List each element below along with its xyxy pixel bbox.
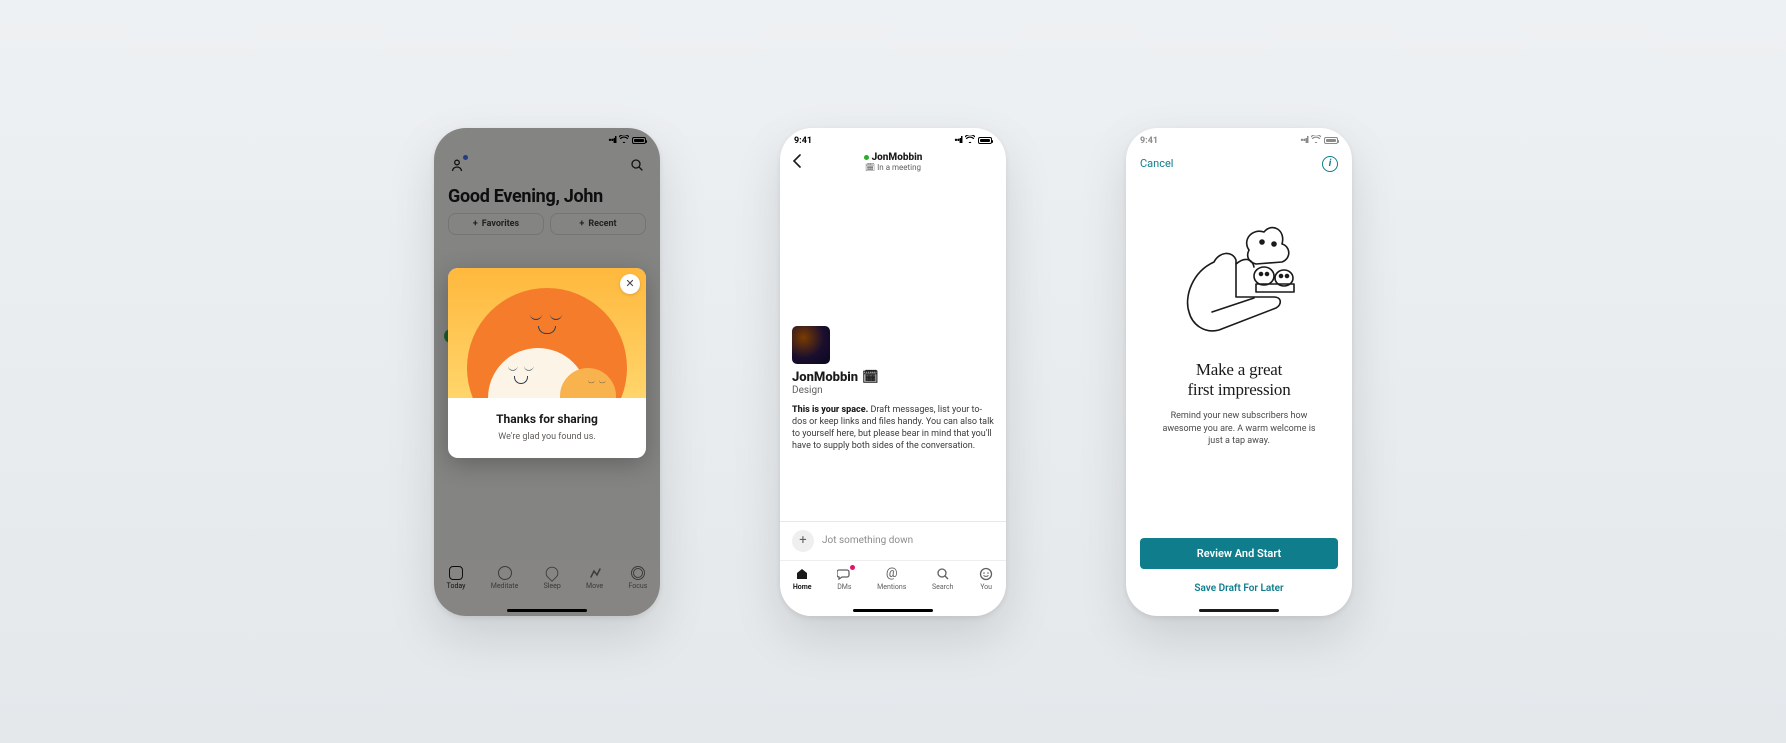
mailchimp-screen: 9:41 Cancel i <box>1126 128 1352 616</box>
space-description: This is your space. Draft messages, list… <box>792 404 994 453</box>
signal-icon <box>1300 136 1308 146</box>
composer-row: + Jot something down <box>780 521 1006 560</box>
tab-search[interactable]: Search <box>932 567 954 616</box>
hero-subtitle: Remind your new subscribers how awesome … <box>1126 410 1352 448</box>
back-icon[interactable] <box>792 154 802 172</box>
dms-icon <box>837 567 851 581</box>
info-icon[interactable]: i <box>1322 156 1338 172</box>
tab-home[interactable]: Home <box>793 567 812 616</box>
battery-icon <box>1324 137 1338 144</box>
tab-bar: Home DMs @ Mentions Search You <box>780 560 1006 616</box>
status-time: 9:41 <box>794 136 812 146</box>
tab-dms[interactable]: DMs <box>837 567 851 616</box>
status-emoji-icon: 🗓 <box>862 370 879 385</box>
hero-heading: Make a great first impression <box>1126 360 1352 401</box>
review-start-button[interactable]: Review And Start <box>1140 538 1338 569</box>
signal-icon <box>954 136 962 146</box>
composer-input[interactable]: Jot something down <box>822 535 913 546</box>
headspace-screen: Good Evening, John +Favorites +Recent ✓ … <box>434 128 660 616</box>
status-bar: 9:41 <box>780 128 1006 150</box>
modal-title: Thanks for sharing <box>460 412 634 426</box>
mentions-icon: @ <box>886 567 898 581</box>
you-icon <box>979 567 993 581</box>
cancel-button[interactable]: Cancel <box>1140 157 1173 170</box>
home-indicator[interactable] <box>1199 609 1279 612</box>
save-draft-button[interactable]: Save Draft For Later <box>1140 577 1338 600</box>
status-time: 9:41 <box>1140 136 1158 146</box>
status-bar: 9:41 <box>1126 128 1352 150</box>
home-indicator[interactable] <box>853 609 933 612</box>
plus-icon[interactable]: + <box>792 530 814 552</box>
slack-screen: 9:41 JonMobbin 🗓 In a meeting JonMobbin … <box>780 128 1006 616</box>
modal-subtitle: We're glad you found us. <box>460 432 634 442</box>
header-username[interactable]: JonMobbin <box>792 152 994 163</box>
battery-icon <box>978 137 992 144</box>
tab-you[interactable]: You <box>979 567 993 616</box>
profile-title: Design <box>792 385 994 396</box>
hero-illustration <box>1164 202 1314 342</box>
home-icon <box>795 567 809 581</box>
share-modal: ✕ Thanks for sharing We're glad you foun… <box>448 268 646 458</box>
nav-header: JonMobbin 🗓 In a meeting <box>780 150 1006 176</box>
close-icon[interactable]: ✕ <box>620 274 640 294</box>
header-status: 🗓 In a meeting <box>792 163 994 172</box>
presence-dot-icon <box>864 155 869 160</box>
search-icon <box>936 567 950 581</box>
wifi-icon <box>1311 135 1321 146</box>
profile-name: JonMobbin 🗓 <box>792 370 994 385</box>
modal-illustration: ✕ <box>448 268 646 398</box>
wifi-icon <box>965 135 975 146</box>
avatar[interactable] <box>792 326 830 364</box>
